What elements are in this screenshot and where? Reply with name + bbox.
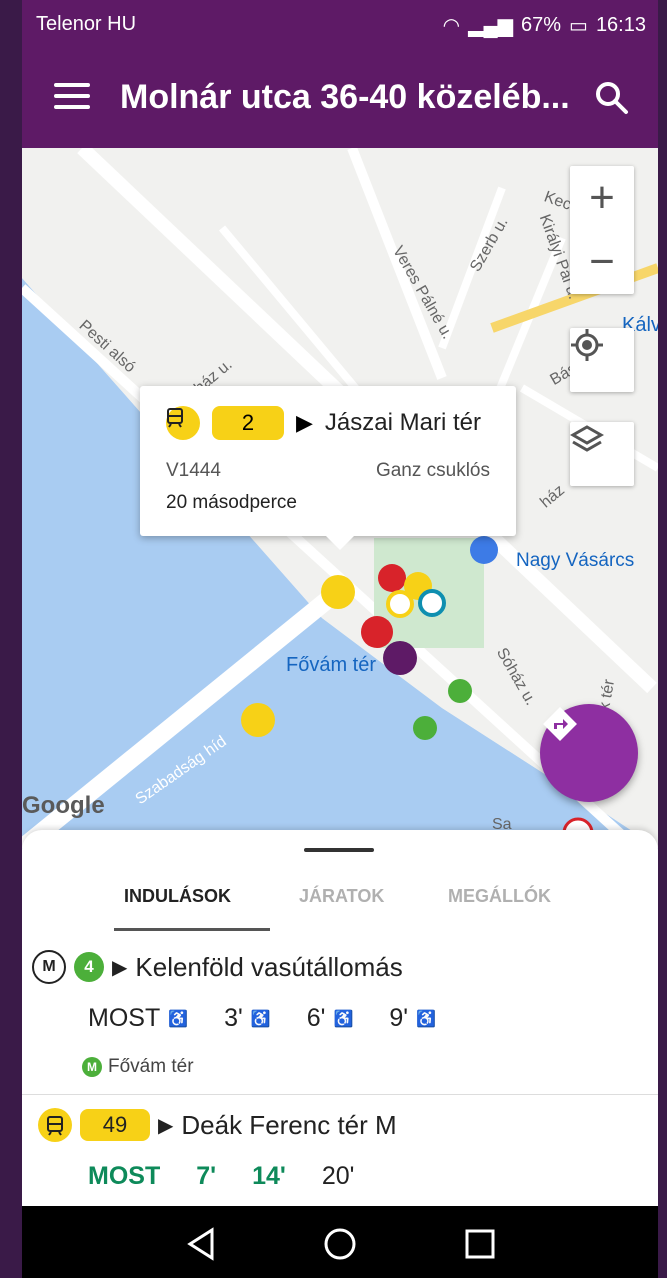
active-tab-indicator [114, 928, 270, 931]
status-bar: Telenor HU ◠ ▂▄▆ 67% ▭ 16:13 [22, 0, 658, 50]
departure-time: 3' [224, 1004, 243, 1032]
metro-stop-icon: M [82, 1057, 102, 1077]
signal-icon: ▂▄▆ [468, 15, 513, 37]
page-title: Molnár utca 36-40 közeléb... [120, 78, 570, 116]
departure-time: MOST [88, 1162, 161, 1190]
phone-screen: Telenor HU ◠ ▂▄▆ 67% ▭ 16:13 Molnár utca… [22, 0, 658, 1278]
clock: 16:13 [595, 14, 646, 36]
departure-time: 6' [306, 1004, 326, 1032]
departure-times: MOST ♿ 3' ♿ 6' ♿ 9' ♿ [88, 1004, 436, 1033]
home-icon[interactable] [320, 1224, 360, 1264]
search-icon[interactable] [588, 74, 636, 122]
layers-button[interactable] [570, 422, 634, 486]
route-badge: 49 [80, 1109, 150, 1141]
callout-destination: Jászai Mari tér [324, 409, 481, 436]
wheelchair-icon: ♿ [416, 1010, 436, 1028]
map-place-label: Nagy Vásárcs [516, 550, 635, 571]
wifi-icon: ◠ [442, 15, 461, 37]
vehicle-callout[interactable]: 2 ▶ Jászai Mari tér V1444 Ganz csuklós 2… [140, 386, 516, 550]
departure-time: 9' [389, 1004, 409, 1032]
departure-stop: M Fővám tér [82, 1056, 194, 1078]
departure-time: MOST [88, 1004, 161, 1032]
last-seen: 20 másodperce [166, 492, 297, 513]
vehicle-id: V1444 [166, 460, 221, 481]
departure-time: 7' [196, 1162, 217, 1190]
route-badge: 4 [74, 952, 104, 982]
sheet-handle[interactable] [304, 848, 374, 852]
map-view[interactable]: Veres Pálné u. Szerb u. Királyi Pál u. K… [22, 148, 658, 868]
my-location-button[interactable] [570, 328, 634, 392]
battery-icon: ▭ [569, 15, 588, 37]
route-badge: 2 [212, 406, 284, 440]
app-bar: Molnár utca 36-40 közeléb... [22, 50, 658, 148]
direction-arrow-icon: ▶ [112, 956, 128, 979]
divider [22, 1094, 658, 1095]
vehicle-type: Ganz csuklós [375, 460, 490, 481]
directions-icon [543, 707, 577, 741]
departure-time: 20' [321, 1162, 355, 1190]
stop-name: Fővám tér [108, 1056, 194, 1077]
recents-icon[interactable] [460, 1224, 500, 1264]
direction-arrow-icon: ▶ [158, 1114, 174, 1137]
battery-label: 67% [521, 14, 562, 36]
map-place-label: Fővám tér [286, 654, 377, 676]
layers-icon [570, 425, 604, 452]
google-logo: Google [22, 792, 105, 819]
directions-button[interactable] [540, 704, 638, 802]
carrier-label: Telenor HU [36, 13, 137, 35]
wheelchair-icon: ♿ [333, 1010, 354, 1028]
zoom-out-button[interactable]: − [570, 230, 634, 294]
zoom-controls: + − [570, 166, 634, 294]
location-target-icon [571, 329, 603, 361]
zoom-in-button[interactable]: + [570, 166, 634, 230]
wheelchair-icon: ♿ [168, 1010, 189, 1028]
departure-destination: Deák Ferenc tér M [181, 1109, 397, 1140]
departure-times: MOST 7' 14' 20' [88, 1162, 354, 1191]
metro-icon: M [32, 950, 66, 984]
status-right: ◠ ▂▄▆ 67% ▭ 16:13 [443, 13, 646, 38]
tab-departures[interactable]: INDULÁSOK [124, 886, 231, 907]
tram-icon [38, 1108, 72, 1142]
wheelchair-icon: ♿ [250, 1010, 271, 1028]
departure-destination: Kelenföld vasútállomás [135, 951, 403, 982]
tram-icon [166, 406, 200, 440]
system-nav-bar [22, 1206, 658, 1278]
menu-icon[interactable] [50, 76, 94, 120]
direction-arrow-icon: ▶ [296, 410, 313, 435]
tab-routes[interactable]: JÁRATOK [299, 886, 384, 907]
departure-time: 14' [252, 1162, 286, 1190]
tab-stops[interactable]: MEGÁLLÓK [448, 886, 551, 907]
back-icon[interactable] [182, 1224, 222, 1264]
